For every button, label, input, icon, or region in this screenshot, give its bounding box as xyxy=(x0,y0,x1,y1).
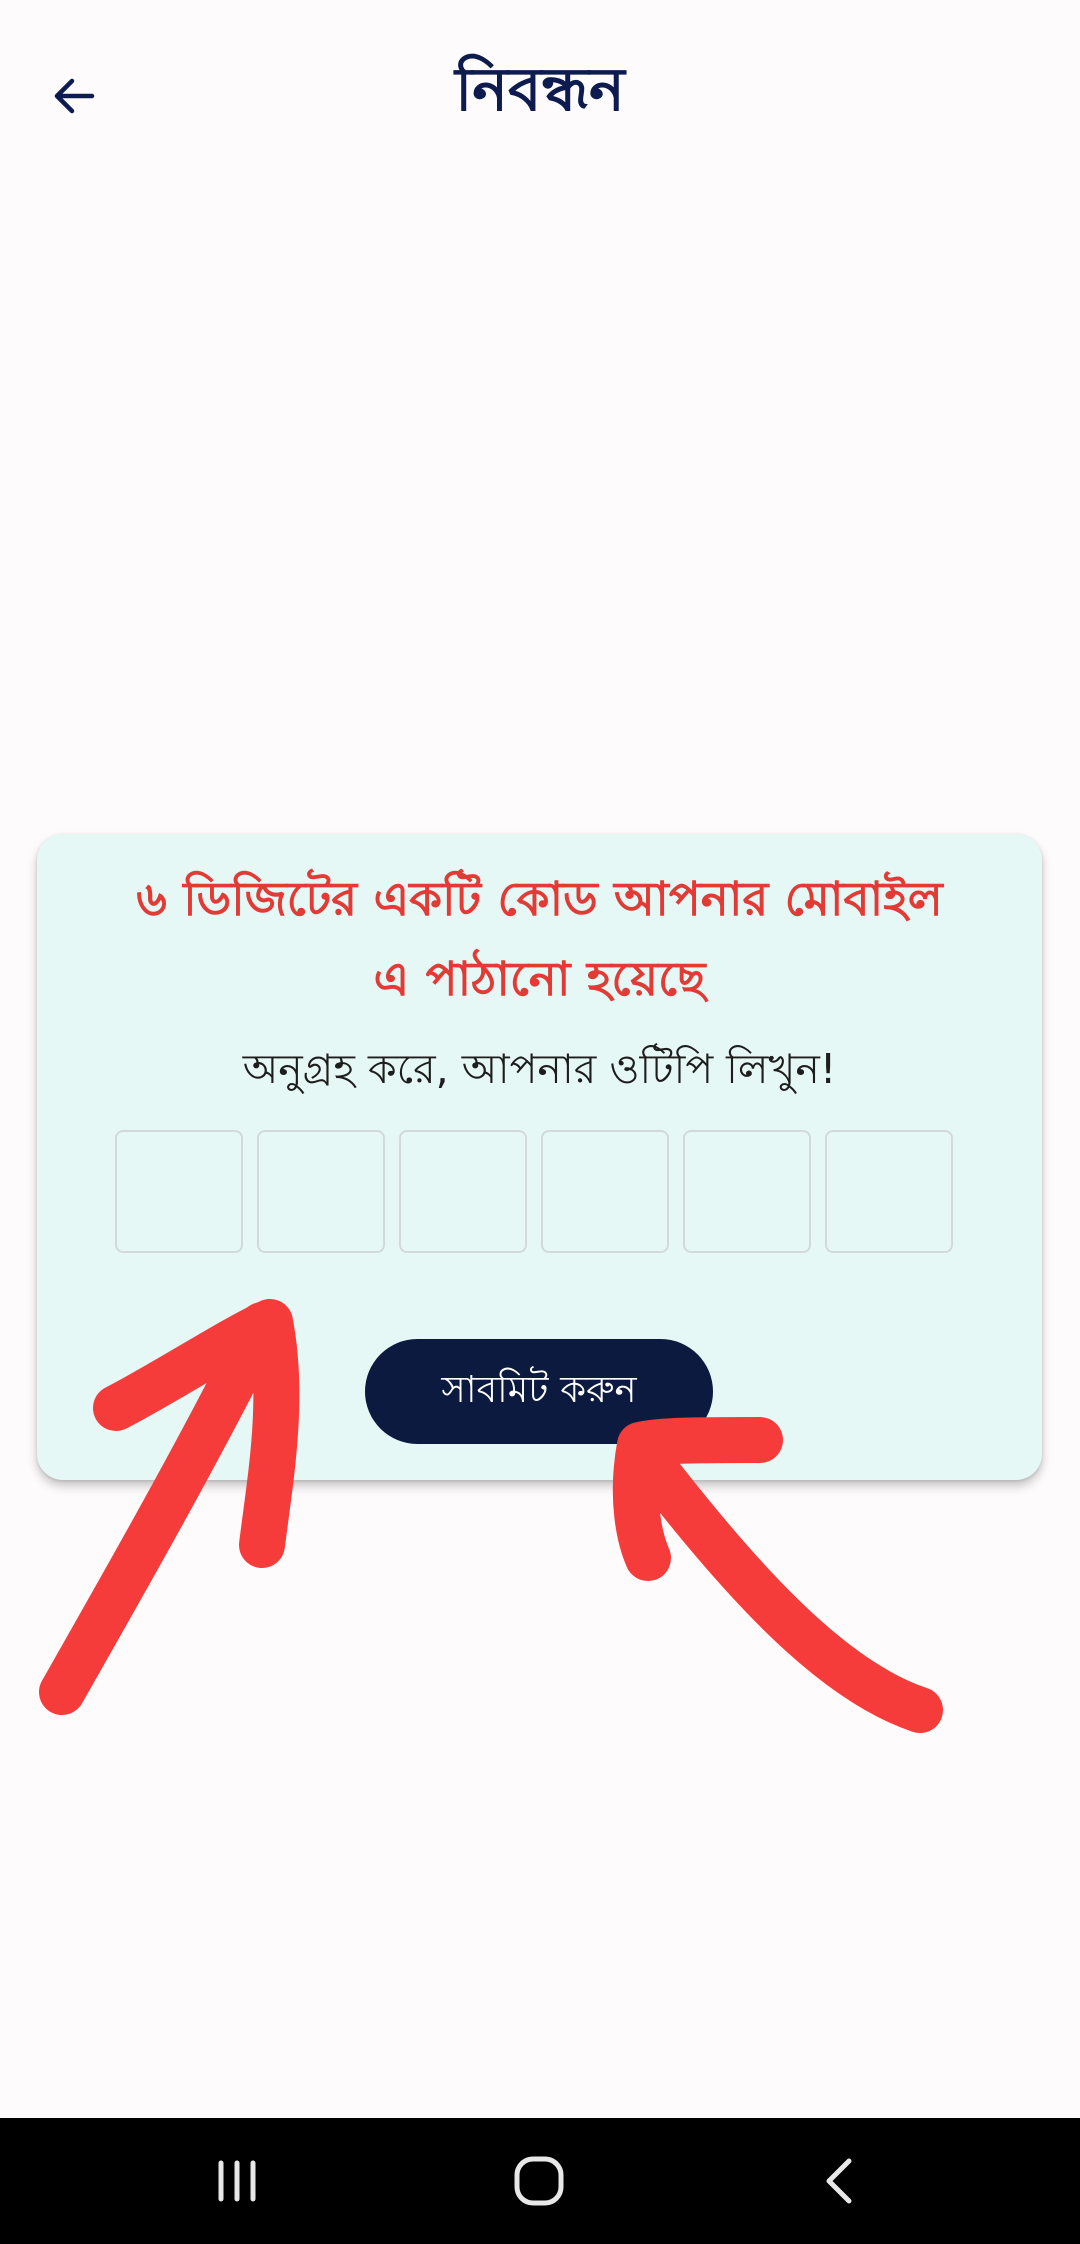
system-back-button[interactable] xyxy=(786,2136,896,2226)
otp-instruction: অনুগ্রহ করে, আপনার ওটিপি লিখুন! xyxy=(242,1045,837,1093)
otp-digit-6[interactable] xyxy=(825,1130,953,1253)
recent-apps-button[interactable] xyxy=(182,2136,292,2226)
page-title: নিবন্ধন xyxy=(455,55,625,125)
app-bar: নিবন্ধন xyxy=(0,0,1080,180)
back-chevron-icon xyxy=(826,2158,852,2204)
recent-apps-icon xyxy=(218,2160,256,2202)
otp-digit-2[interactable] xyxy=(257,1130,385,1253)
otp-sent-message-line2: এ পাঠানো হয়েছে xyxy=(373,952,706,1007)
otp-digit-3[interactable] xyxy=(399,1130,527,1253)
otp-digit-1[interactable] xyxy=(115,1130,243,1253)
otp-sent-message: ৬ ডিজিটের একটি কোড আপনার মোবাইল এ পাঠানো… xyxy=(57,860,1022,1020)
annotation-arrow-submit xyxy=(612,1417,943,1733)
submit-button[interactable]: সাবমিট করুন xyxy=(365,1339,713,1444)
otp-digit-4[interactable] xyxy=(541,1130,669,1253)
otp-digit-5[interactable] xyxy=(683,1130,811,1253)
home-icon xyxy=(514,2156,564,2206)
otp-card: ৬ ডিজিটের একটি কোড আপনার মোবাইল এ পাঠানো… xyxy=(37,834,1042,1480)
otp-sent-message-line1: ৬ ডিজিটের একটি কোড আপনার মোবাইল xyxy=(136,872,943,927)
home-button[interactable] xyxy=(484,2136,594,2226)
system-navigation-bar xyxy=(0,2118,1080,2244)
